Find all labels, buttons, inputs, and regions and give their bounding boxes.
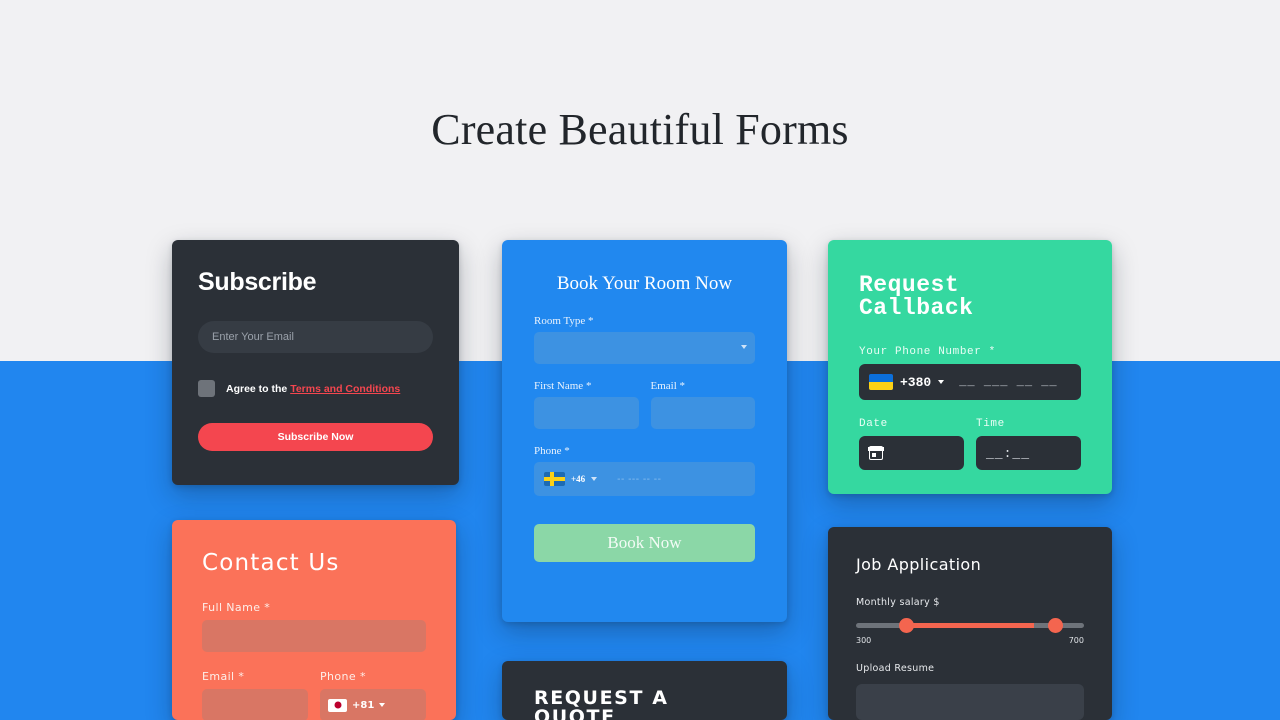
book-first-name-label: First Name * — [534, 380, 592, 392]
contact-phone-input[interactable]: +81 — [320, 689, 426, 720]
book-room-card: Book Your Room Now Room Type * First Nam… — [502, 240, 787, 622]
chevron-down-icon — [741, 345, 747, 349]
callback-phone-country-code: +380 — [900, 374, 932, 390]
callback-time-group: Time __:__ — [976, 418, 1081, 470]
callback-phone-placeholder: __ ___ __ __ — [959, 375, 1058, 389]
contact-us-card: Contact Us Full Name * Email * Phone * +… — [172, 520, 456, 720]
subscribe-agree-prefix: Agree to the — [226, 382, 291, 395]
chevron-down-icon[interactable] — [591, 477, 598, 481]
callback-date-input[interactable] — [859, 436, 964, 470]
contact-full-name-group: Full Name * — [202, 601, 426, 652]
callback-date-time-row: Date Time __:__ — [859, 418, 1081, 470]
contact-email-phone-row: Email * Phone * +81 — [202, 670, 426, 720]
calendar-icon — [868, 446, 884, 460]
book-room-type-group: Room Type * — [534, 315, 755, 364]
contact-full-name-label: Full Name * — [202, 601, 271, 614]
flag-ukraine-icon — [869, 374, 893, 390]
terms-and-conditions-link[interactable]: Terms and Conditions — [290, 383, 400, 395]
book-first-name-input[interactable] — [534, 397, 639, 429]
callback-phone-input[interactable]: +380 __ ___ __ __ — [859, 364, 1081, 400]
job-slider-thumb-min[interactable] — [899, 618, 915, 633]
book-phone-group: Phone * +46 -- --- -- -- — [534, 445, 755, 496]
subscribe-now-button[interactable]: Subscribe Now — [198, 423, 433, 451]
book-email-label: Email * — [650, 380, 686, 392]
callback-time-label: Time — [976, 418, 1005, 430]
book-room-type-select[interactable] — [534, 332, 755, 364]
job-application-card: Job Application Monthly salary $ 300 700… — [828, 527, 1112, 720]
book-email-group: Email * — [650, 380, 755, 429]
contact-email-group: Email * — [202, 670, 308, 720]
request-callback-card: Request Callback Your Phone Number * +38… — [828, 240, 1112, 494]
book-now-button[interactable]: Book Now — [534, 524, 755, 562]
contact-email-label: Email * — [202, 670, 245, 683]
book-phone-label: Phone * — [534, 445, 570, 457]
job-salary-min-value: 300 — [856, 636, 872, 645]
contact-email-input[interactable] — [202, 689, 308, 720]
callback-time-value: __:__ — [986, 445, 1031, 461]
callback-phone-label: Your Phone Number * — [859, 346, 996, 358]
job-slider-thumb-max[interactable] — [1047, 618, 1063, 633]
contact-phone-label: Phone * — [320, 670, 366, 683]
subscribe-agree-row[interactable]: Agree to the Terms and Conditions — [198, 380, 433, 397]
job-upload-resume-input[interactable] — [856, 684, 1084, 720]
book-phone-country-code: +46 — [571, 474, 586, 484]
subscribe-email-placeholder: Enter Your Email — [212, 331, 294, 343]
job-slider-fill — [906, 623, 1034, 628]
book-name-email-row: First Name * Email * — [534, 380, 755, 429]
callback-time-input[interactable]: __:__ — [976, 436, 1081, 470]
subscribe-email-input[interactable]: Enter Your Email — [198, 321, 433, 353]
subscribe-agree-label: Agree to the Terms and Conditions — [226, 383, 400, 395]
chevron-down-icon[interactable] — [938, 380, 945, 384]
contact-full-name-input[interactable] — [202, 620, 426, 652]
book-first-name-group: First Name * — [534, 380, 639, 429]
book-phone-placeholder: -- --- -- -- — [617, 473, 662, 485]
request-quote-card: REQUEST A QUOTE — [502, 661, 787, 720]
subscribe-title: Subscribe — [198, 268, 317, 296]
contact-phone-group: Phone * +81 — [320, 670, 426, 720]
callback-date-label: Date — [859, 418, 888, 430]
chevron-down-icon[interactable] — [379, 703, 386, 707]
book-phone-input[interactable]: +46 -- --- -- -- — [534, 462, 755, 496]
book-room-title: Book Your Room Now — [556, 273, 733, 294]
book-room-type-label: Room Type * — [534, 315, 594, 327]
page-title: Create Beautiful Forms — [431, 105, 849, 154]
request-quote-title: REQUEST A QUOTE — [534, 687, 669, 720]
subscribe-card: Subscribe Enter Your Email Agree to the … — [172, 240, 459, 485]
subscribe-agree-checkbox[interactable] — [198, 380, 215, 397]
contact-us-title: Contact Us — [202, 550, 340, 576]
job-upload-label: Upload Resume — [856, 663, 935, 674]
flag-japan-icon — [328, 698, 347, 712]
job-salary-max-value: 700 — [1068, 636, 1084, 645]
contact-phone-country-code: +81 — [352, 699, 375, 711]
book-email-input[interactable] — [650, 397, 755, 429]
callback-phone-group: Your Phone Number * +380 __ ___ __ __ — [859, 346, 1081, 400]
job-salary-range-slider[interactable] — [856, 618, 1084, 633]
callback-date-group: Date — [859, 418, 964, 470]
job-salary-label: Monthly salary $ — [856, 597, 940, 608]
flag-sweden-icon — [544, 472, 565, 486]
job-application-title: Job Application — [856, 555, 982, 574]
job-slider-labels: 300 700 — [856, 636, 1084, 645]
request-callback-title: Request Callback — [859, 272, 974, 321]
